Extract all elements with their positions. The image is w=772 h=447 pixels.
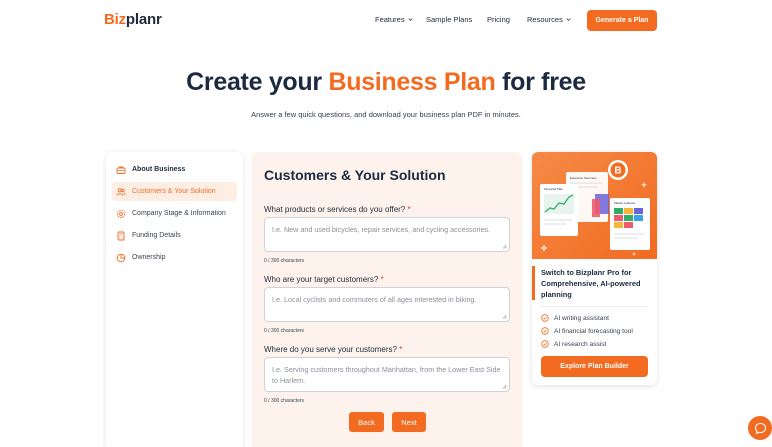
check-circle-icon: [541, 327, 549, 335]
char-counter: 0 / 300 characters: [264, 398, 305, 404]
nav-item-label: Resources: [527, 15, 563, 24]
chevron-down-icon: [566, 18, 571, 21]
sidebar-item-company-stage[interactable]: Company Stage & Information: [112, 204, 237, 223]
feature-item: AI writing assistant: [541, 314, 609, 322]
back-button[interactable]: Back: [349, 412, 384, 432]
service-area-field[interactable]: I.e. Serving customers throughout Manhat…: [264, 357, 510, 392]
sidebar-item-funding-details[interactable]: Funding Details: [112, 226, 237, 245]
sidebar-item-label: Funding Details: [132, 232, 181, 239]
nav-item-features[interactable]: Features: [375, 15, 414, 24]
feature-label: AI research assist: [554, 340, 607, 348]
explore-plan-builder-button[interactable]: Explore Plan Builder: [541, 356, 648, 377]
feature-item: AI research assist: [541, 340, 606, 348]
promo-title: Switch to Bizplanr Pro for Comprehensive…: [541, 268, 641, 299]
sidebar-item-label: Ownership: [132, 254, 166, 261]
documents-illustration: Executive Summary Financial Plan Market …: [540, 160, 650, 256]
doc-financial-plan: Financial Plan: [544, 187, 563, 191]
sidebar-item-label: Company Stage & Information: [132, 210, 226, 217]
briefcase-icon: [116, 166, 126, 174]
page-subtitle: Answer a few quick questions, and downlo…: [251, 110, 521, 119]
chat-bubble-icon: [754, 422, 766, 434]
field-placeholder: I.e. Serving customers throughout Manhat…: [272, 365, 501, 385]
pie-chart-icon: [116, 253, 126, 262]
field-placeholder: I.e. New and used bicycles, repair servi…: [272, 225, 491, 234]
question-form: Customers & Your Solution What products …: [252, 152, 522, 447]
nav-item-label: Pricing: [487, 15, 510, 24]
logo-part-1: Biz: [104, 11, 126, 28]
logo-part-2: planr: [125, 11, 162, 28]
feature-item: AI financial forecasting tool: [541, 327, 633, 335]
question-label: Who are your target customers? *: [264, 275, 384, 284]
products-services-field[interactable]: I.e. New and used bicycles, repair servi…: [264, 217, 510, 252]
check-circle-icon: [541, 340, 549, 348]
field-placeholder: I.e. Local cyclists and commuters of all…: [272, 295, 477, 304]
plan-builder-illustration: Executive Summary Financial Plan Market …: [532, 152, 657, 259]
nav-item-resources[interactable]: Resources: [527, 15, 572, 24]
sidebar-item-ownership[interactable]: Ownership: [112, 248, 237, 267]
sidebar-item-label: About Business: [132, 166, 186, 173]
title-prefix: Create your: [186, 68, 329, 96]
char-counter: 0 / 300 characters: [264, 328, 305, 334]
top-nav: Bizplanr Features Sample Plans Pricing R…: [0, 0, 772, 40]
required-mark: *: [399, 345, 403, 354]
bizplanr-badge: B: [614, 166, 621, 177]
nav-item-sample-plans[interactable]: Sample Plans: [426, 15, 472, 24]
resize-grip-icon[interactable]: [502, 244, 507, 249]
steps-sidebar: About Business Customers & Your Solution…: [106, 152, 243, 447]
check-circle-icon: [541, 314, 549, 322]
chat-launcher-button[interactable]: [748, 416, 772, 440]
doc-executive-summary: Executive Summary: [570, 176, 597, 180]
required-mark: *: [407, 205, 411, 214]
resize-grip-icon[interactable]: [502, 384, 507, 389]
title-suffix: for free: [495, 68, 586, 96]
resize-grip-icon[interactable]: [502, 314, 507, 319]
calculator-icon: [117, 231, 125, 240]
sidebar-item-label: Customers & Your Solution: [132, 188, 216, 195]
feature-label: AI writing assistant: [554, 314, 609, 322]
target-customers-field[interactable]: I.e. Local cyclists and commuters of all…: [264, 287, 510, 322]
form-title: Customers & Your Solution: [264, 167, 446, 183]
sidebar-item-about-business[interactable]: About Business: [112, 160, 237, 179]
question-text: Who are your target customers?: [264, 275, 379, 284]
nav-item-pricing[interactable]: Pricing: [487, 15, 510, 24]
pro-promo-card: Executive Summary Financial Plan Market …: [532, 152, 657, 385]
settings-icon: [116, 209, 126, 218]
nav-item-label: Sample Plans: [426, 15, 473, 24]
users-icon: [116, 187, 126, 196]
title-highlight: Business Plan: [328, 68, 496, 96]
question-text: What products or services do you offer?: [264, 205, 406, 214]
required-mark: *: [380, 275, 384, 284]
feature-label: AI financial forecasting tool: [554, 327, 633, 335]
brand-logo[interactable]: Bizplanr: [104, 11, 162, 28]
sidebar-item-customers-solution[interactable]: Customers & Your Solution: [112, 182, 237, 201]
char-counter: 0 / 300 characters: [264, 258, 305, 264]
question-label: Where do you serve your customers? *: [264, 345, 402, 354]
generate-plan-button[interactable]: Generate a Plan: [587, 10, 657, 31]
page-title: Create your Business Plan for free: [0, 68, 772, 97]
doc-market-analysis: Market Analysis: [614, 201, 636, 205]
question-label: What products or services do you offer? …: [264, 205, 411, 214]
nav-item-label: Features: [375, 15, 405, 24]
chevron-down-icon: [408, 18, 413, 21]
next-button[interactable]: Next: [392, 412, 426, 432]
divider: [541, 306, 648, 307]
accent-bar: [532, 266, 535, 300]
question-text: Where do you serve your customers?: [264, 345, 397, 354]
